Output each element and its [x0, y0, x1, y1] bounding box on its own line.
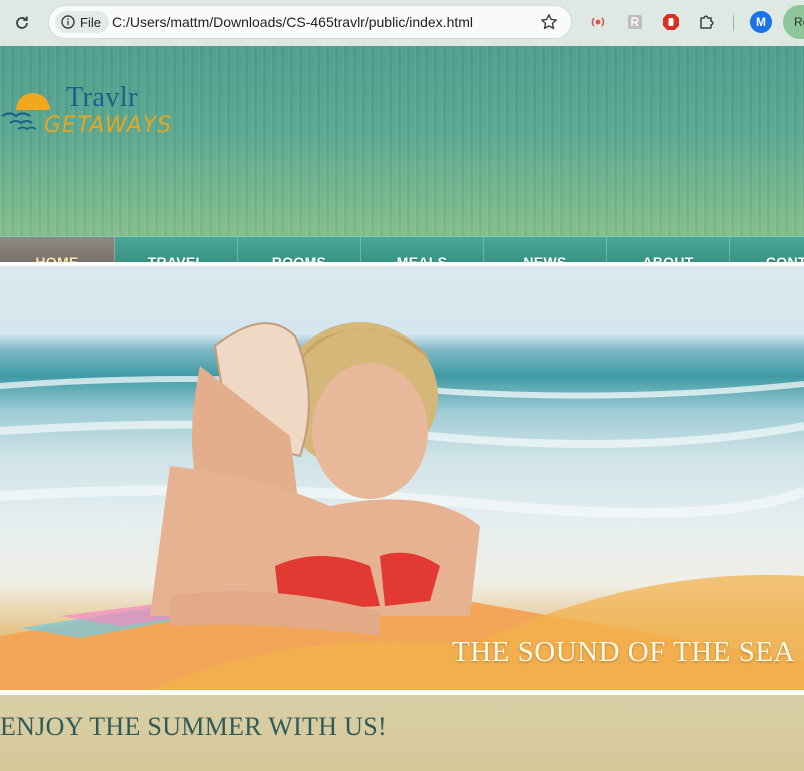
browser-toolbar: File C:/Users/mattm/Downloads/CS-465trav… [0, 0, 804, 47]
info-icon [61, 15, 75, 29]
profile-pill[interactable]: Re [783, 5, 804, 39]
reload-icon[interactable] [10, 11, 34, 35]
toolbar-divider [733, 15, 734, 31]
logo-title: Travlr [66, 82, 138, 113]
address-bar[interactable]: File C:/Users/mattm/Downloads/CS-465trav… [48, 5, 572, 39]
hero-caption: THE SOUND OF THE SEA [452, 636, 795, 668]
site-logo[interactable]: Travlr GETAWAYS [0, 80, 190, 150]
profile-avatar[interactable]: M [750, 11, 772, 33]
extensions-puzzle-icon[interactable] [697, 12, 717, 32]
url-text[interactable]: C:/Users/mattm/Downloads/CS-465travlr/pu… [112, 14, 473, 30]
reader-extension-icon[interactable] [625, 12, 645, 32]
logo-subtitle: GETAWAYS [44, 113, 173, 138]
hero-banner[interactable]: THE SOUND OF THE SEA [0, 266, 804, 690]
hero-frame: THE SOUND OF THE SEA [0, 262, 804, 695]
site-info-label: File [80, 14, 101, 30]
adblock-hand-icon[interactable] [661, 12, 681, 32]
beach-photo [0, 322, 804, 690]
site-header: Travlr GETAWAYS HOME TRAVEL ROOMS MEALS … [0, 46, 804, 287]
site-info-chip[interactable]: File [55, 11, 109, 33]
main-content: ENJOY THE SUMMER WITH US! [0, 695, 804, 771]
broadcast-extension-icon[interactable] [588, 12, 608, 32]
bookmark-star-icon[interactable] [539, 12, 559, 32]
content-heading: ENJOY THE SUMMER WITH US! [0, 712, 387, 741]
